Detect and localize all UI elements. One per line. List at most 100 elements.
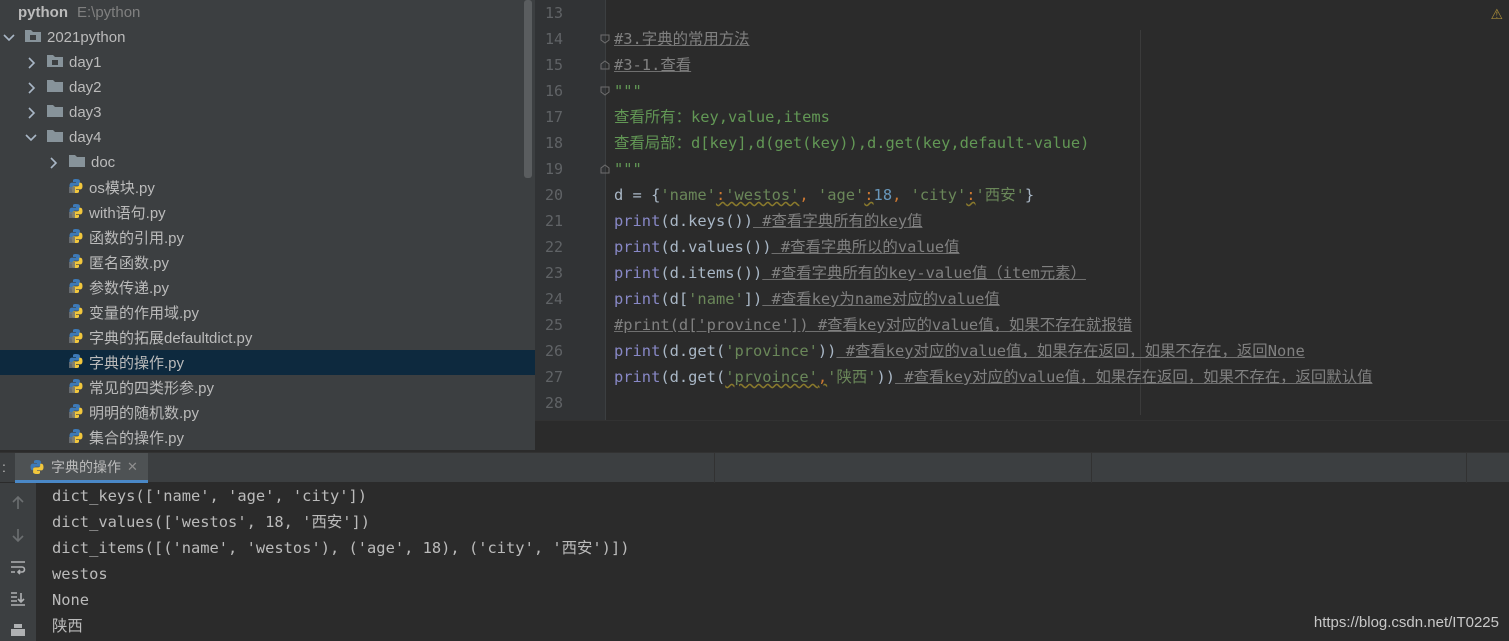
tree-folder[interactable]: day2 [0,75,535,100]
python-file-icon [68,178,84,198]
chevron-down-icon[interactable] [0,33,18,42]
chevron-right-icon[interactable] [22,56,40,69]
code-line-25[interactable]: #print(d['province']) #查看key对应的value值，如果… [614,312,1132,338]
tree-file[interactable]: 明明的随机数.py [0,400,535,425]
string-literal: 'name' [688,290,744,308]
python-file-icon [68,253,84,273]
code-line-16[interactable]: """ [614,78,642,104]
tree-file[interactable]: 集合的操作.py [0,425,535,450]
line-number: 24 [544,290,563,308]
tree-file[interactable]: 字典的拓展defaultdict.py [0,325,535,350]
python-file-icon [68,403,84,423]
chevron-right-icon[interactable] [22,81,40,94]
tree-file[interactable]: os模块.py [0,175,535,200]
comment: #print(d['province']) #查看key对应的value值，如果… [614,316,1133,334]
run-console[interactable]: dict_keys(['name', 'age', 'city']) dict_… [36,483,1509,641]
string-literal: 'name' [660,186,716,204]
warning-icon[interactable]: ⚠ [1490,6,1503,23]
code-token: : [715,186,726,204]
fold-marker-icon[interactable] [599,85,611,97]
code-line-14[interactable]: #3.字典的常用方法 [614,26,750,52]
tree-file[interactable]: 匿名函数.py [0,250,535,275]
comment: #查看key为name对应的value值 [762,290,1000,308]
arrow-down-icon[interactable] [8,525,28,545]
fold-marker-icon[interactable] [599,163,611,175]
builtin-function: print [614,264,661,282]
docstring: 查看局部：d[key],d(get(key)),d.get(key,defaul… [614,134,1090,152]
console-output-line: dict_keys(['name', 'age', 'city']) [52,487,368,505]
python-file-icon [68,378,84,398]
code-token: ]) [743,290,763,308]
builtin-function: print [614,290,661,308]
tree-folder[interactable]: day4 [0,125,535,150]
code-line-19[interactable]: """ [614,156,642,182]
print-icon[interactable] [8,621,28,641]
fold-marker-icon[interactable] [599,59,611,71]
run-tab[interactable]: 字典的操作 ✕ [15,453,148,483]
tree-file[interactable]: 字典的操作.py [0,350,535,375]
fold-marker-icon[interactable] [599,33,611,45]
builtin-function: print [614,238,661,256]
python-file-icon [68,428,84,448]
project-root-path: E:\python [77,4,141,21]
python-file-icon [30,459,44,474]
console-output-line: westos [52,565,108,583]
code-line-27[interactable]: print(d.get('prvoince','陕西')) #查看key对应的v… [614,364,1372,390]
code-token: )) [817,342,837,360]
line-number: 27 [544,368,563,386]
python-file-icon [68,228,84,248]
project-root-name: python [18,4,68,21]
chevron-down-icon[interactable] [22,133,40,142]
python-file-icon [68,328,84,348]
tree-item-label: 参数传递.py [89,280,170,297]
tree-item-label: 字典的拓展defaultdict.py [89,330,253,347]
code-line-18[interactable]: 查看局部：d[key],d(get(key)),d.get(key,defaul… [614,130,1089,156]
tab-divider [1091,453,1092,483]
tree-folder[interactable]: day3 [0,100,535,125]
watermark: https://blog.csdn.net/IT0225 [1313,614,1499,631]
string-literal: '西安' [975,186,1025,204]
code-line-22[interactable]: print(d.values()) #查看字典所以的value值 [614,234,960,260]
code-line-26[interactable]: print(d.get('province')) #查看key对应的value值… [614,338,1305,364]
chevron-right-icon[interactable] [44,156,62,169]
code-line-20[interactable]: d = {'name':'westos', 'age':18, 'city':'… [614,182,1034,208]
builtin-function: print [614,368,661,386]
code-token: , [817,368,828,386]
soft-wrap-icon[interactable] [8,557,28,577]
line-number: 16 [544,82,563,100]
console-output-line: dict_items([('name', 'westos'), ('age', … [52,539,630,557]
tree-folder[interactable]: doc [0,150,535,175]
number-literal: 18 [873,186,893,204]
close-icon[interactable]: ✕ [127,459,138,475]
tree-folder[interactable]: 2021python [0,25,535,50]
tree-file[interactable]: 变量的作用域.py [0,300,535,325]
code-line-17[interactable]: 查看所有：key,value,items [614,104,830,130]
string-literal: 'city' [910,186,967,204]
tree-folder[interactable]: day1 [0,50,535,75]
code-line-24[interactable]: print(d['name']) #查看key为name对应的value值 [614,286,1000,312]
code-line-23[interactable]: print(d.items()) #查看字典所有的key-value值（item… [614,260,1086,286]
builtin-function: print [614,342,661,360]
code-token: )) [876,368,896,386]
string-literal: 'westos' [725,186,800,204]
code-token: d = { [614,186,661,204]
tree-item-label: day3 [69,104,102,121]
builtin-function: print [614,212,661,230]
tree-scrollbar[interactable] [524,0,532,178]
tree-root[interactable]: python E:\python [0,0,535,25]
code-line-21[interactable]: print(d.keys()) #查看字典所有的key值 [614,208,922,234]
tree-file[interactable]: 参数传递.py [0,275,535,300]
code-line-15[interactable]: #3-1.查看 [614,52,691,78]
line-number: 20 [544,186,563,204]
docstring: """ [614,160,642,178]
arrow-up-icon[interactable] [8,493,28,513]
scroll-to-end-icon[interactable] [8,589,28,609]
tree-item-label: 匿名函数.py [89,255,170,272]
tree-file[interactable]: with语句.py [0,200,535,225]
code-editor[interactable]: 13 14 15 16 17 18 19 20 21 22 23 24 25 26 27 28 ⚠ #3.字典… [535,0,1509,450]
folder-icon [46,53,64,72]
tree-file[interactable]: 常见的四类形参.py [0,375,535,400]
tree-file[interactable]: 函数的引用.py [0,225,535,250]
console-output-line: dict_values(['westos', 18, '西安']) [52,513,371,531]
chevron-right-icon[interactable] [22,106,40,119]
